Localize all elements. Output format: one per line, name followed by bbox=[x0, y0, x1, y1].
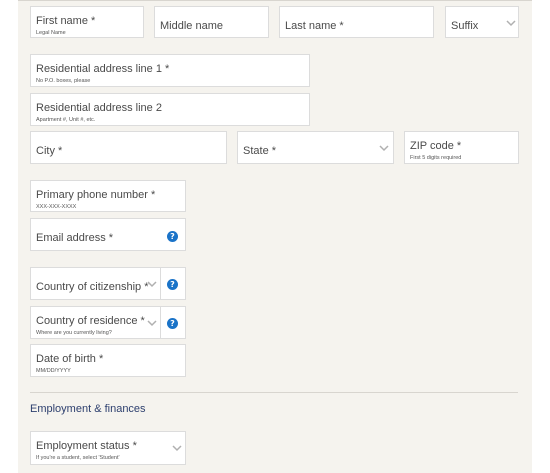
first-name-field[interactable]: First name * Legal Name bbox=[30, 6, 144, 38]
question-circle-icon[interactable]: ? bbox=[167, 318, 178, 329]
suffix-select[interactable]: Suffix bbox=[445, 6, 519, 38]
section-divider bbox=[30, 392, 518, 393]
last-name-field[interactable]: Last name * bbox=[279, 6, 434, 38]
dob-field[interactable]: Date of birth * MM/DD/YYYY bbox=[30, 344, 186, 377]
first-name-hint: Legal Name bbox=[36, 30, 66, 36]
residence-select[interactable]: Country of residence * Where are you cur… bbox=[30, 306, 161, 339]
question-circle-icon[interactable]: ? bbox=[167, 231, 178, 242]
residence-help-box: ? bbox=[160, 306, 186, 339]
address-line1-field[interactable]: Residential address line 1 * No P.O. box… bbox=[30, 54, 310, 87]
state-label: State * bbox=[243, 145, 277, 157]
question-circle-icon[interactable]: ? bbox=[167, 279, 178, 290]
address-line2-hint: Apartment #, Unit #, etc. bbox=[36, 117, 96, 123]
citizenship-help-box: ? bbox=[160, 267, 186, 300]
chevron-down-icon bbox=[172, 445, 182, 452]
last-name-label: Last name * bbox=[285, 20, 344, 32]
email-label: Email address * bbox=[36, 232, 114, 244]
first-name-label: First name * bbox=[36, 15, 96, 27]
dob-hint: MM/DD/YYYY bbox=[36, 368, 71, 374]
address-line1-label: Residential address line 1 * bbox=[36, 63, 170, 75]
zip-label: ZIP code * bbox=[410, 140, 462, 152]
address-line1-hint: No P.O. boxes, please bbox=[36, 78, 91, 84]
chevron-down-icon bbox=[147, 320, 157, 327]
middle-name-field[interactable]: Middle name bbox=[154, 6, 269, 38]
email-field[interactable]: Email address * ? bbox=[30, 218, 186, 251]
citizenship-select[interactable]: Country of citizenship * bbox=[30, 267, 161, 300]
residence-label: Country of residence * bbox=[36, 315, 145, 327]
city-field[interactable]: City * bbox=[30, 131, 227, 164]
dob-label: Date of birth * bbox=[36, 353, 104, 365]
address-line2-field[interactable]: Residential address line 2 Apartment #, … bbox=[30, 93, 310, 126]
middle-name-label: Middle name bbox=[160, 20, 223, 32]
state-select[interactable]: State * bbox=[237, 131, 394, 164]
zip-hint: First 5 digits required bbox=[410, 155, 462, 161]
residence-hint: Where are you currently living? bbox=[36, 330, 112, 336]
phone-label: Primary phone number * bbox=[36, 189, 156, 201]
employment-status-hint: If you're a student, select 'Student' bbox=[36, 455, 120, 461]
city-label: City * bbox=[36, 145, 63, 157]
citizenship-label: Country of citizenship * bbox=[36, 281, 149, 293]
zip-field[interactable]: ZIP code * First 5 digits required bbox=[404, 131, 519, 164]
suffix-label: Suffix bbox=[451, 20, 479, 32]
employment-status-select[interactable]: Employment status * If you're a student,… bbox=[30, 431, 186, 465]
chevron-down-icon bbox=[147, 281, 157, 288]
phone-field[interactable]: Primary phone number * XXX-XXX-XXXX bbox=[30, 180, 186, 212]
employment-status-label: Employment status * bbox=[36, 440, 137, 452]
phone-hint: XXX-XXX-XXXX bbox=[36, 204, 77, 210]
chevron-down-icon bbox=[379, 145, 389, 152]
chevron-down-icon bbox=[506, 20, 516, 27]
address-line2-label: Residential address line 2 bbox=[36, 102, 162, 114]
section-title-employment: Employment & finances bbox=[30, 403, 146, 415]
